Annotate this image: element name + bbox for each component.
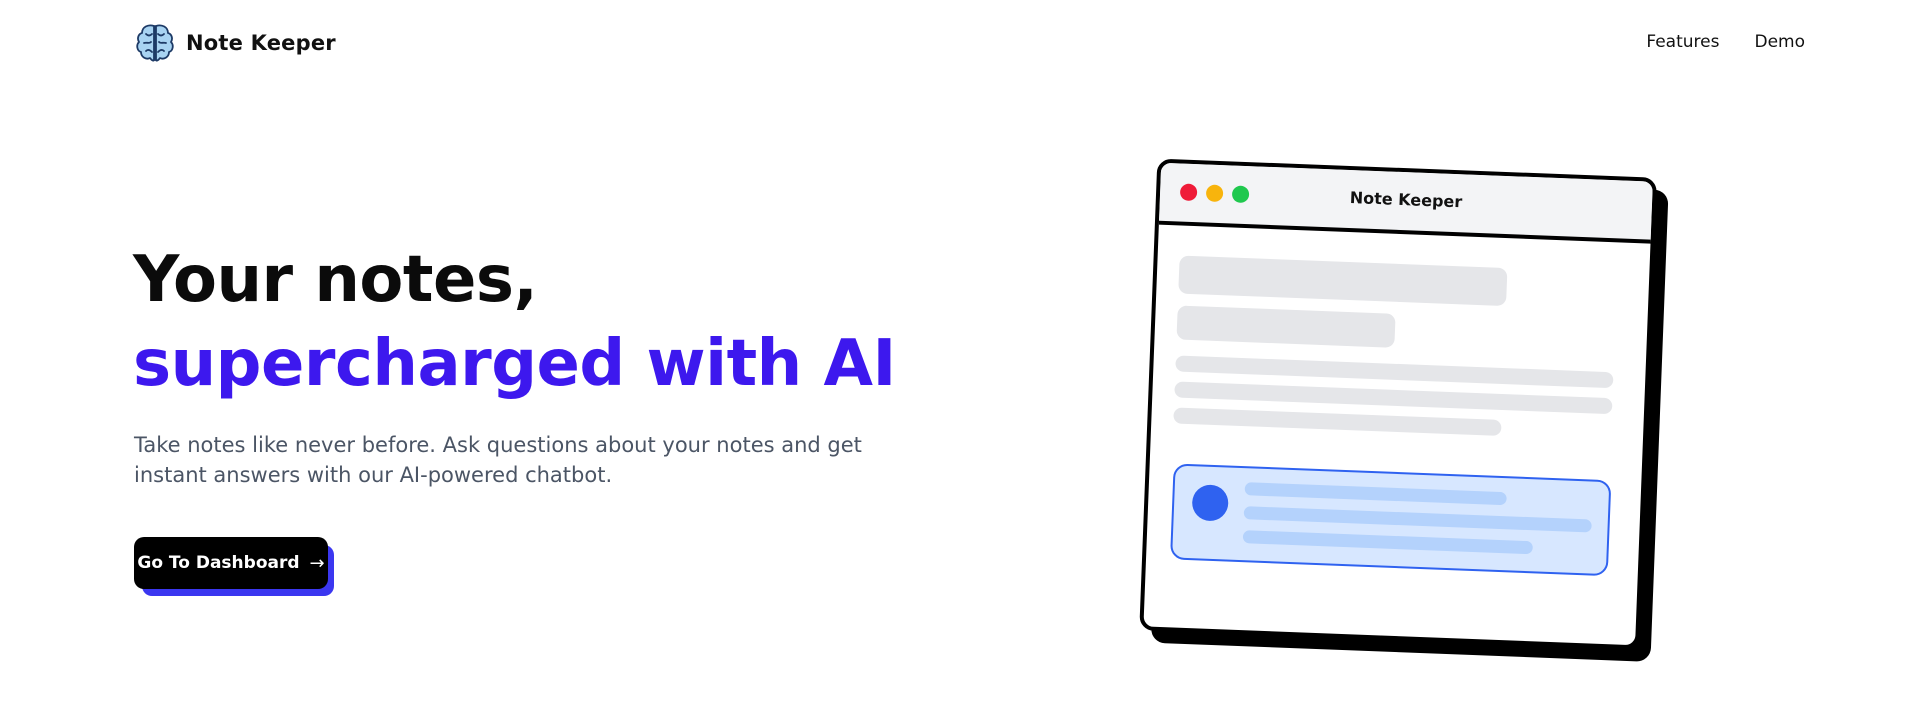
arrow-right-icon: →: [309, 552, 325, 574]
mock-window-title: Note Keeper: [1349, 188, 1463, 212]
hero-heading-line1: Your notes,: [133, 243, 538, 317]
app-window-illustration: Note Keeper: [1139, 158, 1669, 662]
cta-wrapper: Go To Dashboard →: [134, 537, 334, 597]
mock-titlebar: Note Keeper: [1158, 162, 1653, 244]
skeleton-line: [1173, 407, 1502, 436]
go-to-dashboard-button[interactable]: Go To Dashboard →: [134, 537, 328, 589]
nav-link-demo[interactable]: Demo: [1754, 32, 1805, 52]
chat-avatar: [1191, 484, 1229, 522]
brand-logo-link[interactable]: Note Keeper: [136, 22, 336, 64]
skeleton-subtitle: [1176, 305, 1396, 348]
skeleton-title: [1178, 255, 1508, 307]
brand-name: Note Keeper: [186, 31, 336, 55]
hero-heading-line2: supercharged with AI: [133, 327, 896, 401]
top-nav: Note Keeper Features Demo: [0, 0, 1920, 86]
chat-message-preview: [1170, 463, 1612, 577]
cta-label: Go To Dashboard: [137, 553, 300, 573]
chat-line: [1244, 482, 1507, 506]
chat-line: [1242, 530, 1533, 555]
mock-window: Note Keeper: [1139, 158, 1658, 650]
brain-icon: [136, 24, 174, 62]
hero-heading: Your notes, supercharged with AI: [133, 238, 896, 406]
nav-link-features[interactable]: Features: [1646, 32, 1719, 52]
chat-line: [1243, 506, 1592, 533]
nav-links: Features Demo: [1646, 32, 1805, 52]
hero-subtitle: Take notes like never before. Ask questi…: [134, 433, 862, 487]
